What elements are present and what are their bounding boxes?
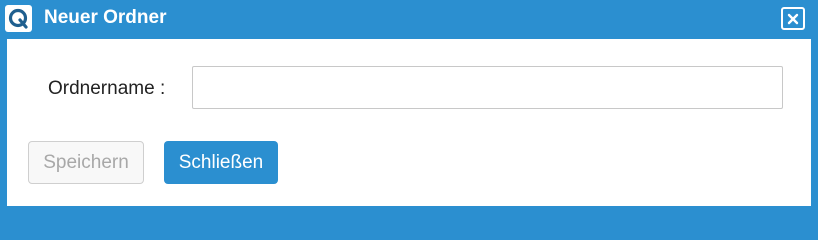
folder-name-input[interactable]	[192, 66, 783, 109]
save-button[interactable]: Speichern	[28, 141, 144, 184]
close-button[interactable]: Schließen	[164, 141, 278, 184]
new-folder-dialog: Neuer Ordner Ordnername : Speichern Schl…	[0, 0, 818, 213]
dialog-titlebar[interactable]: Neuer Ordner	[0, 0, 818, 38]
close-dialog-button[interactable]	[781, 7, 805, 30]
dialog-body: Ordnername : Speichern Schließen	[7, 39, 811, 206]
app-logo-icon	[5, 5, 32, 32]
dialog-title: Neuer Ordner	[44, 7, 167, 28]
close-icon	[787, 13, 799, 24]
folder-name-label: Ordnername :	[48, 78, 166, 99]
